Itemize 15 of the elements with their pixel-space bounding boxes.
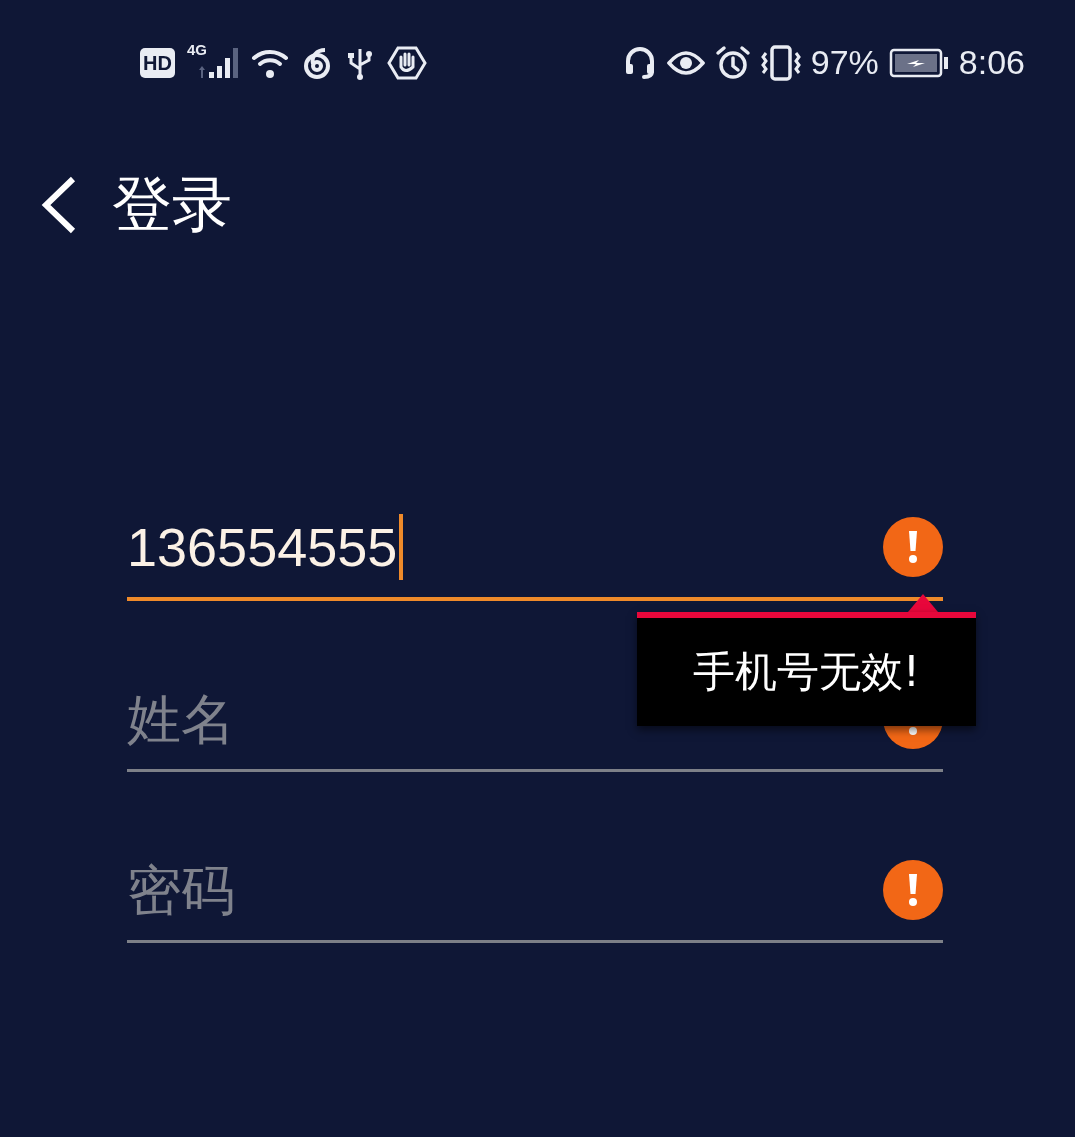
input-field[interactable]: 136554555 — [127, 516, 398, 578]
error-message: 手机号无效! — [693, 646, 920, 698]
eye-icon — [666, 48, 705, 77]
page-title: 登录 — [112, 167, 232, 241]
battery-icon — [888, 47, 949, 78]
alarm-icon — [714, 44, 751, 81]
hd-badge: HD — [140, 47, 175, 78]
vibrate-icon — [760, 44, 801, 81]
clock-time: 8:06 — [958, 43, 1025, 82]
battery-percentage: 97% — [810, 43, 879, 82]
input-field[interactable]: 密码 — [127, 858, 883, 921]
text-cursor — [399, 514, 404, 580]
hand-icon — [386, 44, 427, 81]
network-type: 4G — [186, 41, 207, 58]
back-icon[interactable] — [40, 176, 78, 234]
